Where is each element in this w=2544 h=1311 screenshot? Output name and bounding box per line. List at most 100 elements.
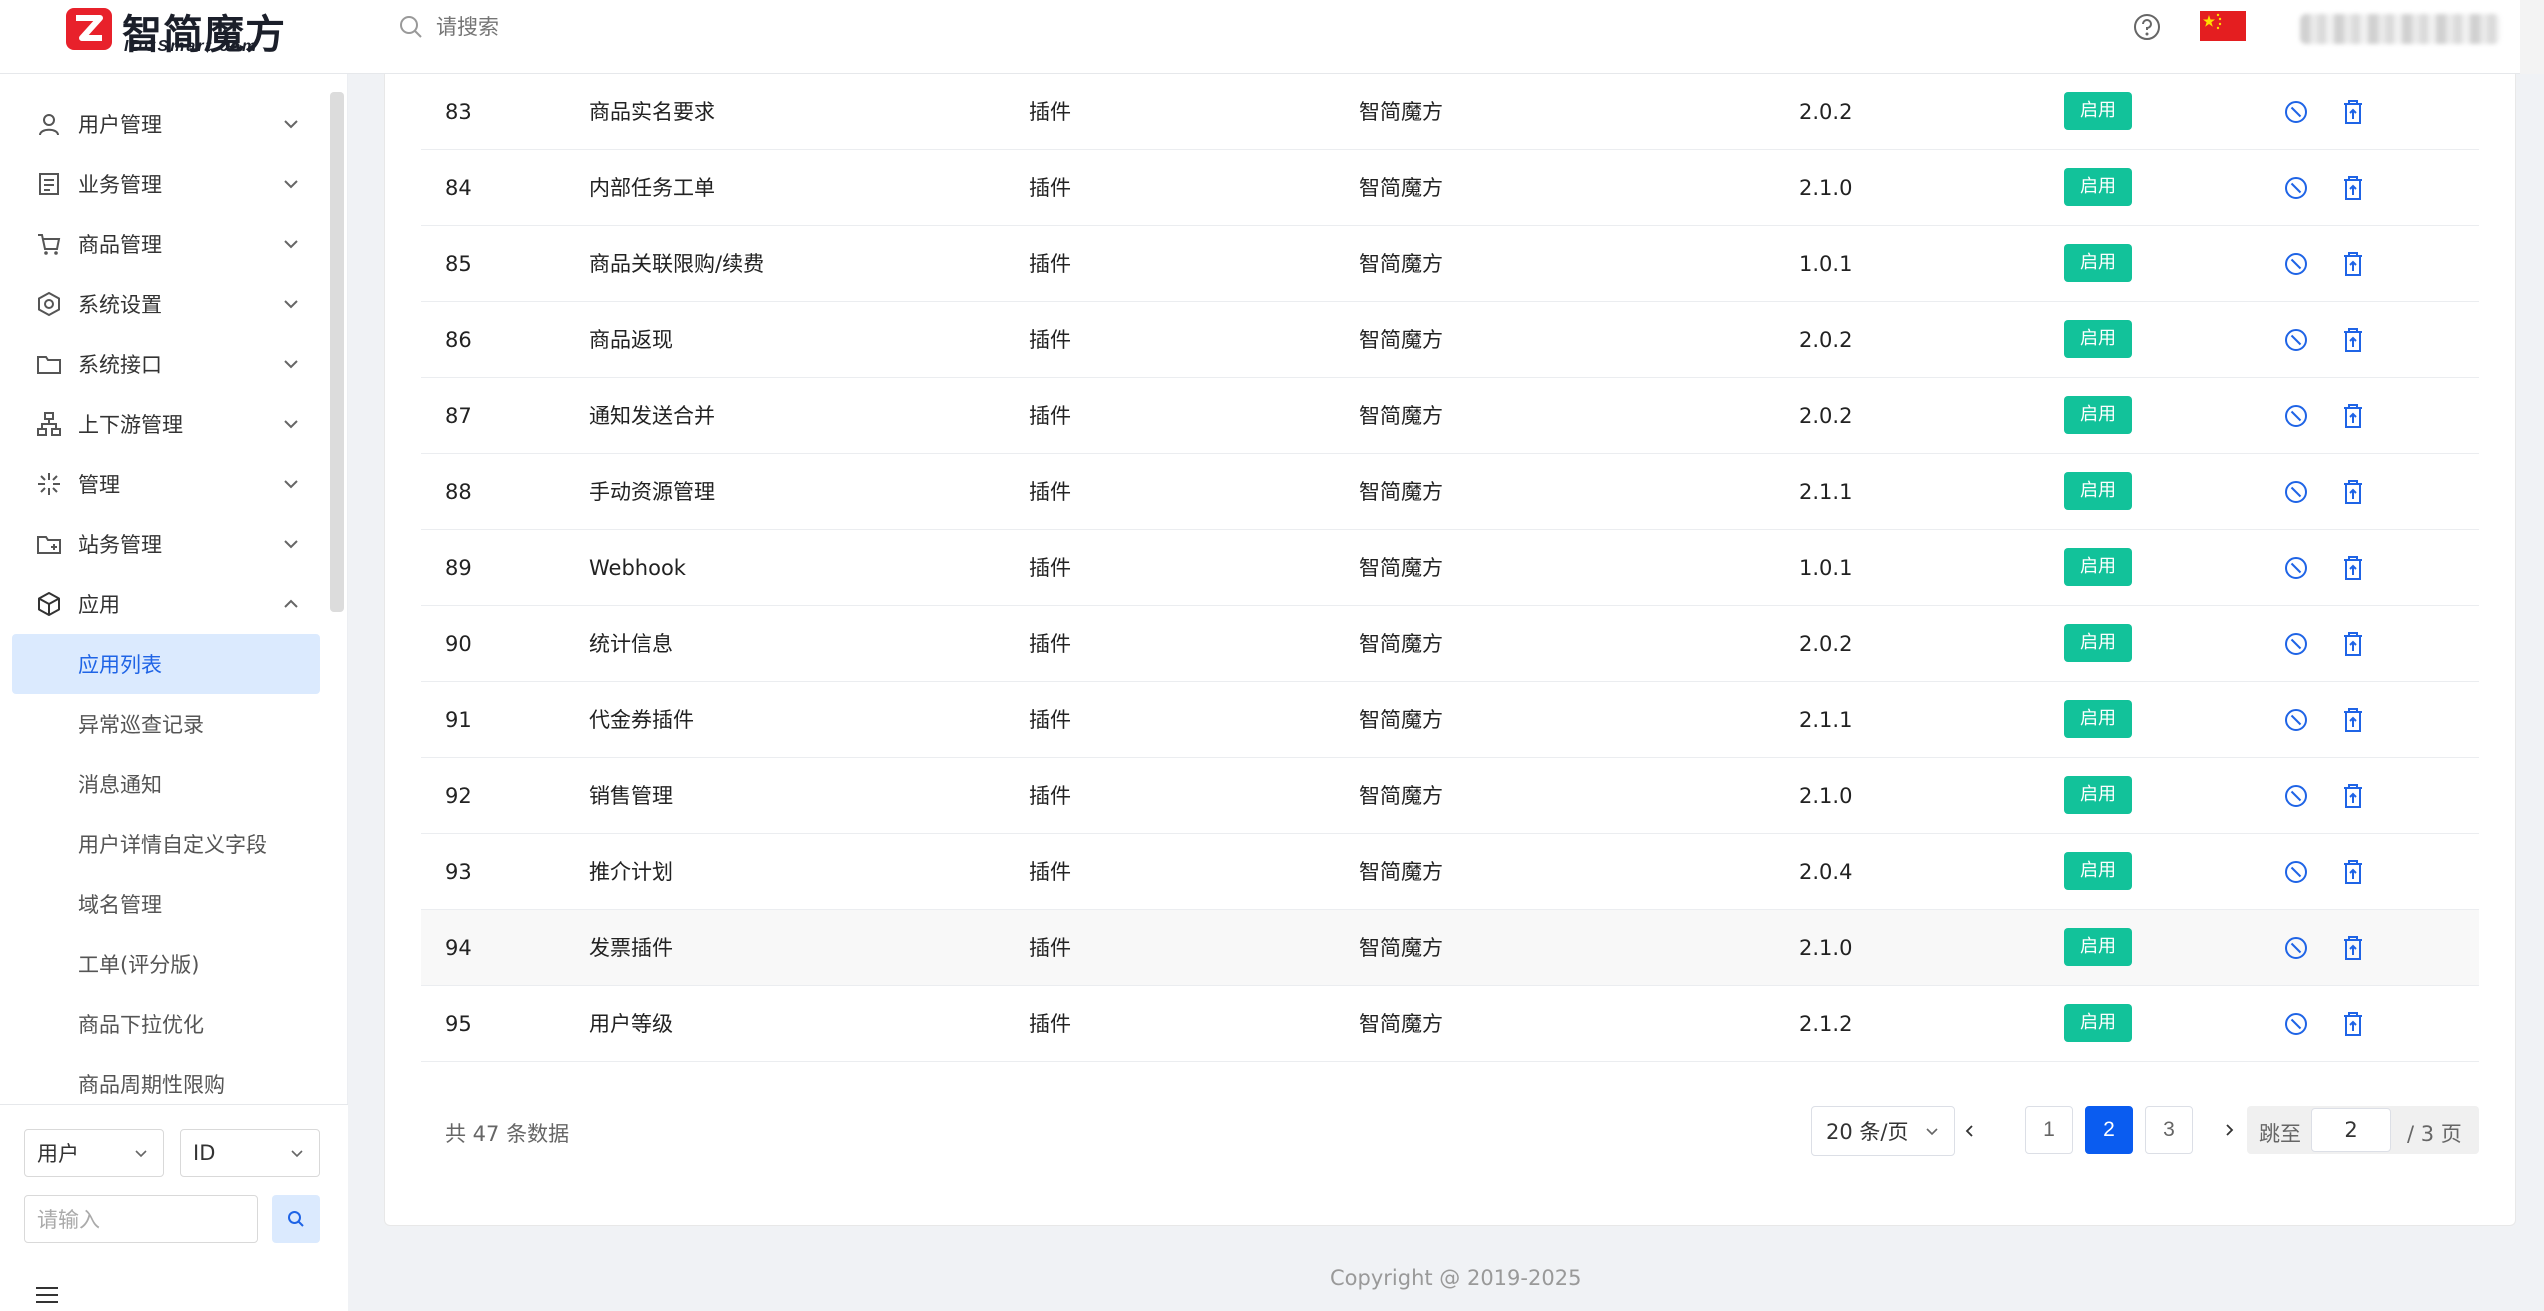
disable-icon[interactable] <box>2283 935 2309 961</box>
search-input[interactable] <box>436 15 936 39</box>
page-size-select[interactable]: 20 条/页 <box>1811 1106 1955 1156</box>
logo[interactable]: 智简魔方 IDCSmart.com <box>64 4 294 58</box>
table-row: 93 推介计划 插件 智简魔方 2.0.4 启用 <box>421 834 2479 910</box>
disable-icon[interactable] <box>2283 631 2309 657</box>
language-flag-icon[interactable] <box>2200 11 2246 41</box>
cell-version: 2.1.0 <box>1799 936 1853 960</box>
disable-icon[interactable] <box>2283 403 2309 429</box>
sidebar-item-product-management[interactable]: 商品管理 <box>12 214 320 274</box>
disable-icon[interactable] <box>2283 327 2309 353</box>
prev-page-button[interactable] <box>1945 1106 1995 1156</box>
sidebar-subitem-anomaly-log[interactable]: 异常巡查记录 <box>12 694 320 754</box>
disable-icon[interactable] <box>2283 859 2309 885</box>
disable-icon[interactable] <box>2283 251 2309 277</box>
sidebar-item-system-settings[interactable]: 系统设置 <box>12 274 320 334</box>
cell-author: 智简魔方 <box>1359 480 1443 504</box>
sidebar-item-business-management[interactable]: 业务管理 <box>12 154 320 214</box>
sidebar-scrollbar[interactable] <box>330 92 344 612</box>
cell-id: 95 <box>445 1012 472 1036</box>
uninstall-icon[interactable] <box>2341 706 2365 734</box>
uninstall-icon[interactable] <box>2341 478 2365 506</box>
disable-icon[interactable] <box>2283 783 2309 809</box>
sidebar-subitem-tickets[interactable]: 工单(评分版) <box>12 934 320 994</box>
next-page-button[interactable] <box>2205 1106 2253 1154</box>
sidebar-item-upstream-downstream[interactable]: 上下游管理 <box>12 394 320 454</box>
disable-icon[interactable] <box>2283 707 2309 733</box>
cell-author: 智简魔方 <box>1359 404 1443 428</box>
sidebar-subitem-product-dropdown[interactable]: 商品下拉优化 <box>12 994 320 1054</box>
sidebar-item-site-management[interactable]: 站务管理 <box>12 514 320 574</box>
cell-author: 智简魔方 <box>1359 328 1443 352</box>
cell-type: 插件 <box>1029 632 1071 656</box>
sidebar-subitem-periodic-limit[interactable]: 商品周期性限购 <box>12 1054 320 1094</box>
filter-field-select[interactable]: ID <box>180 1129 320 1177</box>
disable-icon[interactable] <box>2283 99 2309 125</box>
sidebar-subitem-domain-management[interactable]: 域名管理 <box>12 874 320 934</box>
disable-icon[interactable] <box>2283 555 2309 581</box>
uninstall-icon[interactable] <box>2341 782 2365 810</box>
cell-type: 插件 <box>1029 252 1071 276</box>
jump-input[interactable]: 2 <box>2311 1108 2391 1152</box>
table-row: 89 Webhook 插件 智简魔方 1.0.1 启用 <box>421 530 2479 606</box>
pagination: 共 47 条数据 20 条/页 1 2 3 跳至 2 / 3 页 <box>421 1106 2479 1160</box>
cube-icon <box>38 592 60 616</box>
cell-id: 87 <box>445 404 472 428</box>
filter-type-select[interactable]: 用户 <box>24 1129 164 1177</box>
page-2-button[interactable]: 2 <box>2085 1106 2133 1154</box>
table-row: 86 商品返现 插件 智简魔方 2.0.2 启用 <box>421 302 2479 378</box>
cell-id: 86 <box>445 328 472 352</box>
uninstall-icon[interactable] <box>2341 174 2365 202</box>
table-row: 83 商品实名要求 插件 智简魔方 2.0.2 启用 <box>421 74 2479 150</box>
sidebar-item-system-interface[interactable]: 系统接口 <box>12 334 320 394</box>
status-badge: 启用 <box>2064 472 2132 510</box>
uninstall-icon[interactable] <box>2341 630 2365 658</box>
cell-author: 智简魔方 <box>1359 632 1443 656</box>
page-3-button[interactable]: 3 <box>2145 1106 2193 1154</box>
app-table: 83 商品实名要求 插件 智简魔方 2.0.2 启用 84 内部任务工单 插件 智简魔方 2.1.0… <box>421 74 2479 1062</box>
scrollbar[interactable] <box>2520 0 2544 74</box>
user-menu[interactable] <box>2300 14 2500 44</box>
cell-type: 插件 <box>1029 1012 1071 1036</box>
cell-author: 智简魔方 <box>1359 708 1443 732</box>
cell-author: 智简魔方 <box>1359 252 1443 276</box>
sidebar-subitem-custom-fields[interactable]: 用户详情自定义字段 <box>12 814 320 874</box>
cell-version: 1.0.1 <box>1799 252 1853 276</box>
disable-icon[interactable] <box>2283 479 2309 505</box>
page-1-button[interactable]: 1 <box>2025 1106 2073 1154</box>
cell-version: 2.1.1 <box>1799 708 1853 732</box>
uninstall-icon[interactable] <box>2341 326 2365 354</box>
sidebar-subitem-notifications[interactable]: 消息通知 <box>12 754 320 814</box>
cell-version: 2.1.0 <box>1799 784 1853 808</box>
cell-type: 插件 <box>1029 556 1071 580</box>
menu-toggle-icon[interactable] <box>34 1285 60 1305</box>
filter-search-button[interactable] <box>272 1195 320 1243</box>
cell-id: 84 <box>445 176 472 200</box>
help-icon[interactable] <box>2132 12 2162 42</box>
sidebar-item-apps[interactable]: 应用 <box>12 574 320 634</box>
sidebar-subitem-app-list[interactable]: 应用列表 <box>12 634 320 694</box>
uninstall-icon[interactable] <box>2341 98 2365 126</box>
cell-author: 智简魔方 <box>1359 556 1443 580</box>
table-row: 92 销售管理 插件 智简魔方 2.1.0 启用 <box>421 758 2479 834</box>
status-badge: 启用 <box>2064 1004 2132 1042</box>
disable-icon[interactable] <box>2283 1011 2309 1037</box>
uninstall-icon[interactable] <box>2341 250 2365 278</box>
cell-name: 内部任务工单 <box>589 176 715 200</box>
uninstall-icon[interactable] <box>2341 858 2365 886</box>
status-badge: 启用 <box>2064 320 2132 358</box>
disable-icon[interactable] <box>2283 175 2309 201</box>
uninstall-icon[interactable] <box>2341 934 2365 962</box>
sidebar-item-manage[interactable]: 管理 <box>12 454 320 514</box>
uninstall-icon[interactable] <box>2341 1010 2365 1038</box>
sidebar-item-user-management[interactable]: 用户管理 <box>12 94 320 154</box>
cell-author: 智简魔方 <box>1359 176 1443 200</box>
uninstall-icon[interactable] <box>2341 554 2365 582</box>
sidebar-filter: 用户 ID 请输入 <box>0 1104 348 1311</box>
cell-name: 通知发送合并 <box>589 404 715 428</box>
jump-label: 跳至 <box>2259 1122 2301 1146</box>
uninstall-icon[interactable] <box>2341 402 2365 430</box>
filter-input[interactable]: 请输入 <box>24 1195 258 1243</box>
cell-type: 插件 <box>1029 328 1071 352</box>
cell-name: 推介计划 <box>589 860 673 884</box>
status-badge: 启用 <box>2064 548 2132 586</box>
